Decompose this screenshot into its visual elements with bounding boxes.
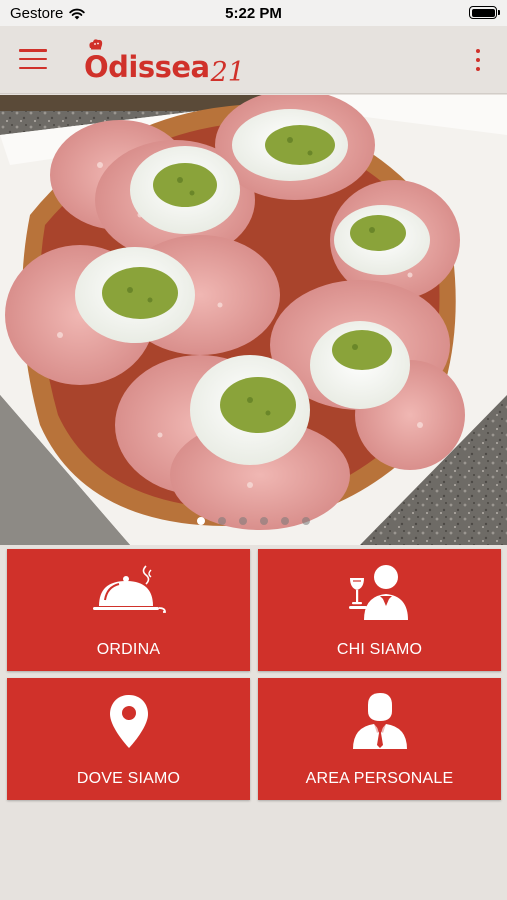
dove-siamo-button[interactable]: DOVE SIAMO [7, 678, 250, 800]
area-personale-button[interactable]: AREA PERSONALE [258, 678, 501, 800]
image-carousel[interactable] [0, 95, 507, 545]
carrier-name: Gestore [10, 5, 64, 22]
chi-siamo-label: CHI SIAMO [336, 641, 423, 658]
area-personale-label: AREA PERSONALE [305, 770, 454, 787]
app-header: Odissea 21 [0, 26, 507, 94]
dove-siamo-label: DOVE SIAMO [76, 770, 181, 787]
logo-number: 21 [210, 57, 245, 88]
battery-icon [469, 6, 500, 19]
hamburger-icon-line [19, 49, 47, 52]
ordina-label: ORDINA [96, 641, 161, 658]
carousel-dot[interactable] [281, 517, 289, 525]
kebab-dot [476, 58, 480, 62]
ordina-button[interactable]: ORDINA [7, 549, 250, 671]
person-icon [352, 693, 407, 749]
carousel-dot[interactable] [302, 517, 310, 525]
carrier: Gestore [10, 5, 86, 22]
chef-hat-icon [89, 39, 103, 50]
carousel-dot[interactable] [239, 517, 247, 525]
carousel-dot[interactable] [218, 517, 226, 525]
carousel-dot[interactable] [260, 517, 268, 525]
logo-text: Odissea [84, 50, 210, 84]
more-options-button[interactable] [475, 49, 481, 71]
status-bar: Gestore 5:22 PM [0, 0, 507, 26]
kebab-dot [476, 67, 480, 71]
carousel-dot[interactable] [197, 517, 205, 525]
hamburger-icon-line [19, 66, 47, 69]
waiter-icon [348, 565, 408, 620]
wifi-icon [69, 8, 86, 19]
logo: Odissea 21 [84, 38, 245, 86]
pizza-photo [0, 95, 507, 545]
cloche-icon [92, 565, 166, 613]
chi-siamo-button[interactable]: CHI SIAMO [258, 549, 501, 671]
kebab-dot [476, 49, 480, 53]
location-pin-icon [109, 695, 148, 748]
carousel-indicators [0, 517, 507, 525]
hamburger-icon-line [19, 57, 47, 61]
main-menu-grid: ORDINA CHI SIAMO DOVE SIAMO AREA PERSONA… [7, 549, 501, 800]
hamburger-menu-button[interactable] [19, 47, 47, 71]
